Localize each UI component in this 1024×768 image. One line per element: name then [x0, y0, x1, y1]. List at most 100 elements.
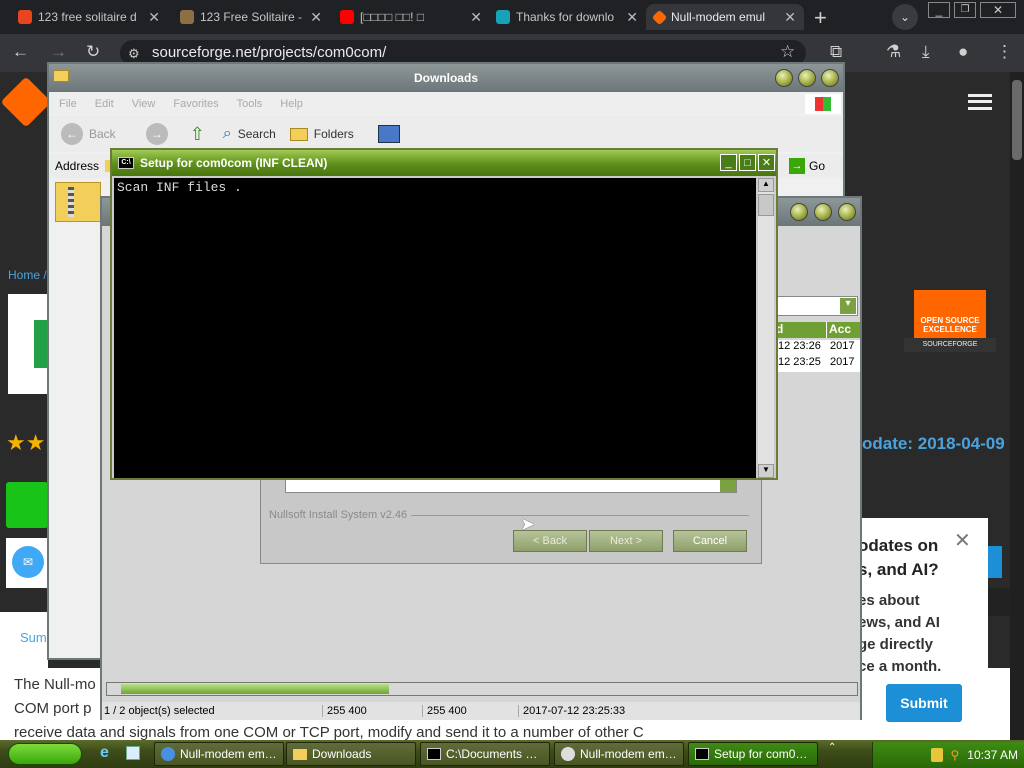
- explorer-titlebar[interactable]: Downloads: [49, 64, 843, 92]
- up-folder-icon[interactable]: ⇧: [190, 124, 205, 145]
- breadcrumb[interactable]: Home /: [8, 268, 47, 282]
- clock[interactable]: 10:37 AM: [967, 748, 1018, 762]
- scroll-up-icon[interactable]: ▲: [758, 178, 774, 192]
- minimize-orb-icon[interactable]: [775, 69, 793, 87]
- table-row[interactable]: 12 23:25 2017: [774, 356, 860, 372]
- new-tab-icon[interactable]: +: [814, 5, 827, 31]
- close-popup-icon[interactable]: ✕: [954, 528, 971, 553]
- maximize-icon[interactable]: □: [739, 154, 756, 171]
- task-button[interactable]: Setup for com0…: [688, 742, 818, 766]
- zip-folder-icon[interactable]: [55, 182, 101, 222]
- back-arrow-icon[interactable]: ←: [12, 42, 29, 62]
- scrollbar-thumb[interactable]: [121, 684, 389, 694]
- tab-summary[interactable]: Sum: [20, 630, 48, 645]
- menu-favorites[interactable]: Favorites: [173, 98, 218, 114]
- menu-help[interactable]: Help: [280, 98, 303, 114]
- scrollbar-thumb[interactable]: [758, 194, 774, 216]
- next-button[interactable]: Next >: [589, 530, 663, 552]
- close-orb-icon[interactable]: [838, 203, 856, 221]
- menu-file[interactable]: File: [59, 98, 77, 114]
- start-button[interactable]: [8, 743, 82, 765]
- task-button[interactable]: Downloads: [286, 742, 416, 766]
- cmd-icon: [695, 748, 709, 760]
- site-info-icon[interactable]: ⚙: [128, 46, 140, 62]
- go-button[interactable]: → Go: [789, 156, 837, 176]
- console-scrollbar[interactable]: ▲ ▼: [758, 178, 774, 478]
- labs-flask-icon[interactable]: ⚗: [886, 42, 901, 62]
- views-icon[interactable]: [377, 125, 400, 143]
- restore-icon[interactable]: ❐: [954, 2, 976, 18]
- maximize-orb-icon[interactable]: [814, 203, 832, 221]
- cancel-button[interactable]: Cancel: [673, 530, 747, 552]
- ie-quicklaunch-icon[interactable]: e: [100, 744, 109, 762]
- browser-tab-5[interactable]: Null-modem emul ✕: [646, 4, 804, 30]
- page-scrollbar[interactable]: [1010, 72, 1024, 740]
- close-window-icon[interactable]: ✕: [980, 2, 1016, 18]
- close-icon[interactable]: ✕: [470, 9, 482, 26]
- show-desktop-icon[interactable]: [126, 746, 140, 760]
- download-icon[interactable]: ⤓: [922, 42, 930, 62]
- last-update: odate: 2018-04-09: [862, 434, 1005, 454]
- minimize-icon[interactable]: _: [928, 2, 950, 18]
- reload-icon[interactable]: ↻: [86, 42, 100, 62]
- menu-kebab-icon[interactable]: ⋮: [996, 42, 1013, 62]
- close-icon[interactable]: ✕: [626, 9, 638, 26]
- console-titlebar[interactable]: C:\ Setup for com0com (INF CLEAN): [112, 150, 776, 176]
- chevron-down-icon[interactable]: ▾: [840, 298, 856, 314]
- forward-icon[interactable]: →: [145, 123, 168, 145]
- side-button[interactable]: [988, 546, 1002, 578]
- cmd-icon: C:\: [118, 157, 134, 169]
- column-header[interactable]: Acc: [826, 322, 860, 338]
- task-button[interactable]: C:\Documents …: [420, 742, 550, 766]
- task-button[interactable]: Null-modem em…: [154, 742, 284, 766]
- column-header[interactable]: d: [774, 322, 826, 338]
- close-orb-icon[interactable]: [821, 69, 839, 87]
- quicklaunch-arrow-icon[interactable]: ⌃: [828, 742, 836, 753]
- browser-tab-3[interactable]: [□□□□ □□! □ ✕: [332, 4, 490, 30]
- profile-icon[interactable]: ●: [958, 42, 968, 62]
- search-icon[interactable]: ⌕: [223, 125, 232, 143]
- task-button[interactable]: Null-modem em…: [554, 742, 684, 766]
- forward-arrow-icon[interactable]: →: [50, 42, 67, 62]
- minimize-orb-icon[interactable]: [790, 203, 808, 221]
- console-output[interactable]: Scan INF files .: [114, 178, 756, 478]
- back-icon[interactable]: ←: [61, 123, 83, 145]
- status-selection: 1 / 2 object(s) selected: [104, 705, 215, 717]
- url-text[interactable]: sourceforge.net/projects/com0com/: [152, 44, 386, 61]
- maximize-orb-icon[interactable]: [798, 69, 816, 87]
- close-icon[interactable]: ✕: [784, 9, 796, 26]
- search-label[interactable]: Search: [238, 127, 276, 141]
- cell: 12 23:25: [778, 356, 821, 368]
- shield-icon[interactable]: [930, 748, 943, 762]
- folders-label[interactable]: Folders: [314, 127, 354, 141]
- extensions-icon[interactable]: ⧉: [830, 42, 842, 62]
- browser-tab-2[interactable]: 123 Free Solitaire - ✕: [172, 4, 330, 30]
- download-button[interactable]: [6, 482, 48, 528]
- minimize-icon[interactable]: _: [720, 154, 737, 171]
- close-icon[interactable]: ✕: [310, 9, 322, 26]
- search-icon[interactable]: ⚲: [951, 748, 960, 762]
- horizontal-scrollbar[interactable]: [106, 682, 858, 696]
- back-label[interactable]: Back: [89, 127, 116, 141]
- table-row[interactable]: 12 23:26 2017: [774, 340, 860, 356]
- menu-view[interactable]: View: [132, 98, 156, 114]
- close-icon[interactable]: ✕: [758, 154, 775, 171]
- browser-tab-1[interactable]: 123 free solitaire d ✕: [10, 4, 168, 30]
- menu-edit[interactable]: Edit: [95, 98, 114, 114]
- browser-tab-4[interactable]: Thanks for downlo ✕: [488, 4, 646, 30]
- path-combobox[interactable]: ▾: [774, 296, 858, 316]
- bookmark-star-icon[interactable]: ☆: [780, 42, 795, 62]
- scrollbar-thumb[interactable]: [1012, 80, 1022, 160]
- folders-icon[interactable]: [289, 127, 308, 141]
- close-icon[interactable]: ✕: [148, 9, 160, 26]
- favicon-icon: [496, 10, 510, 24]
- tab-search-icon[interactable]: ⌄: [892, 4, 918, 30]
- task-label: Null-modem em…: [580, 747, 677, 761]
- submit-button[interactable]: Submit: [886, 684, 962, 722]
- hamburger-menu-icon[interactable]: [968, 94, 992, 110]
- chevron-down-icon[interactable]: [720, 480, 736, 492]
- status-size: 255 400: [322, 705, 422, 717]
- badge-ribbon: SOURCEFORGE: [904, 338, 996, 352]
- menu-tools[interactable]: Tools: [237, 98, 263, 114]
- scroll-down-icon[interactable]: ▼: [758, 464, 774, 478]
